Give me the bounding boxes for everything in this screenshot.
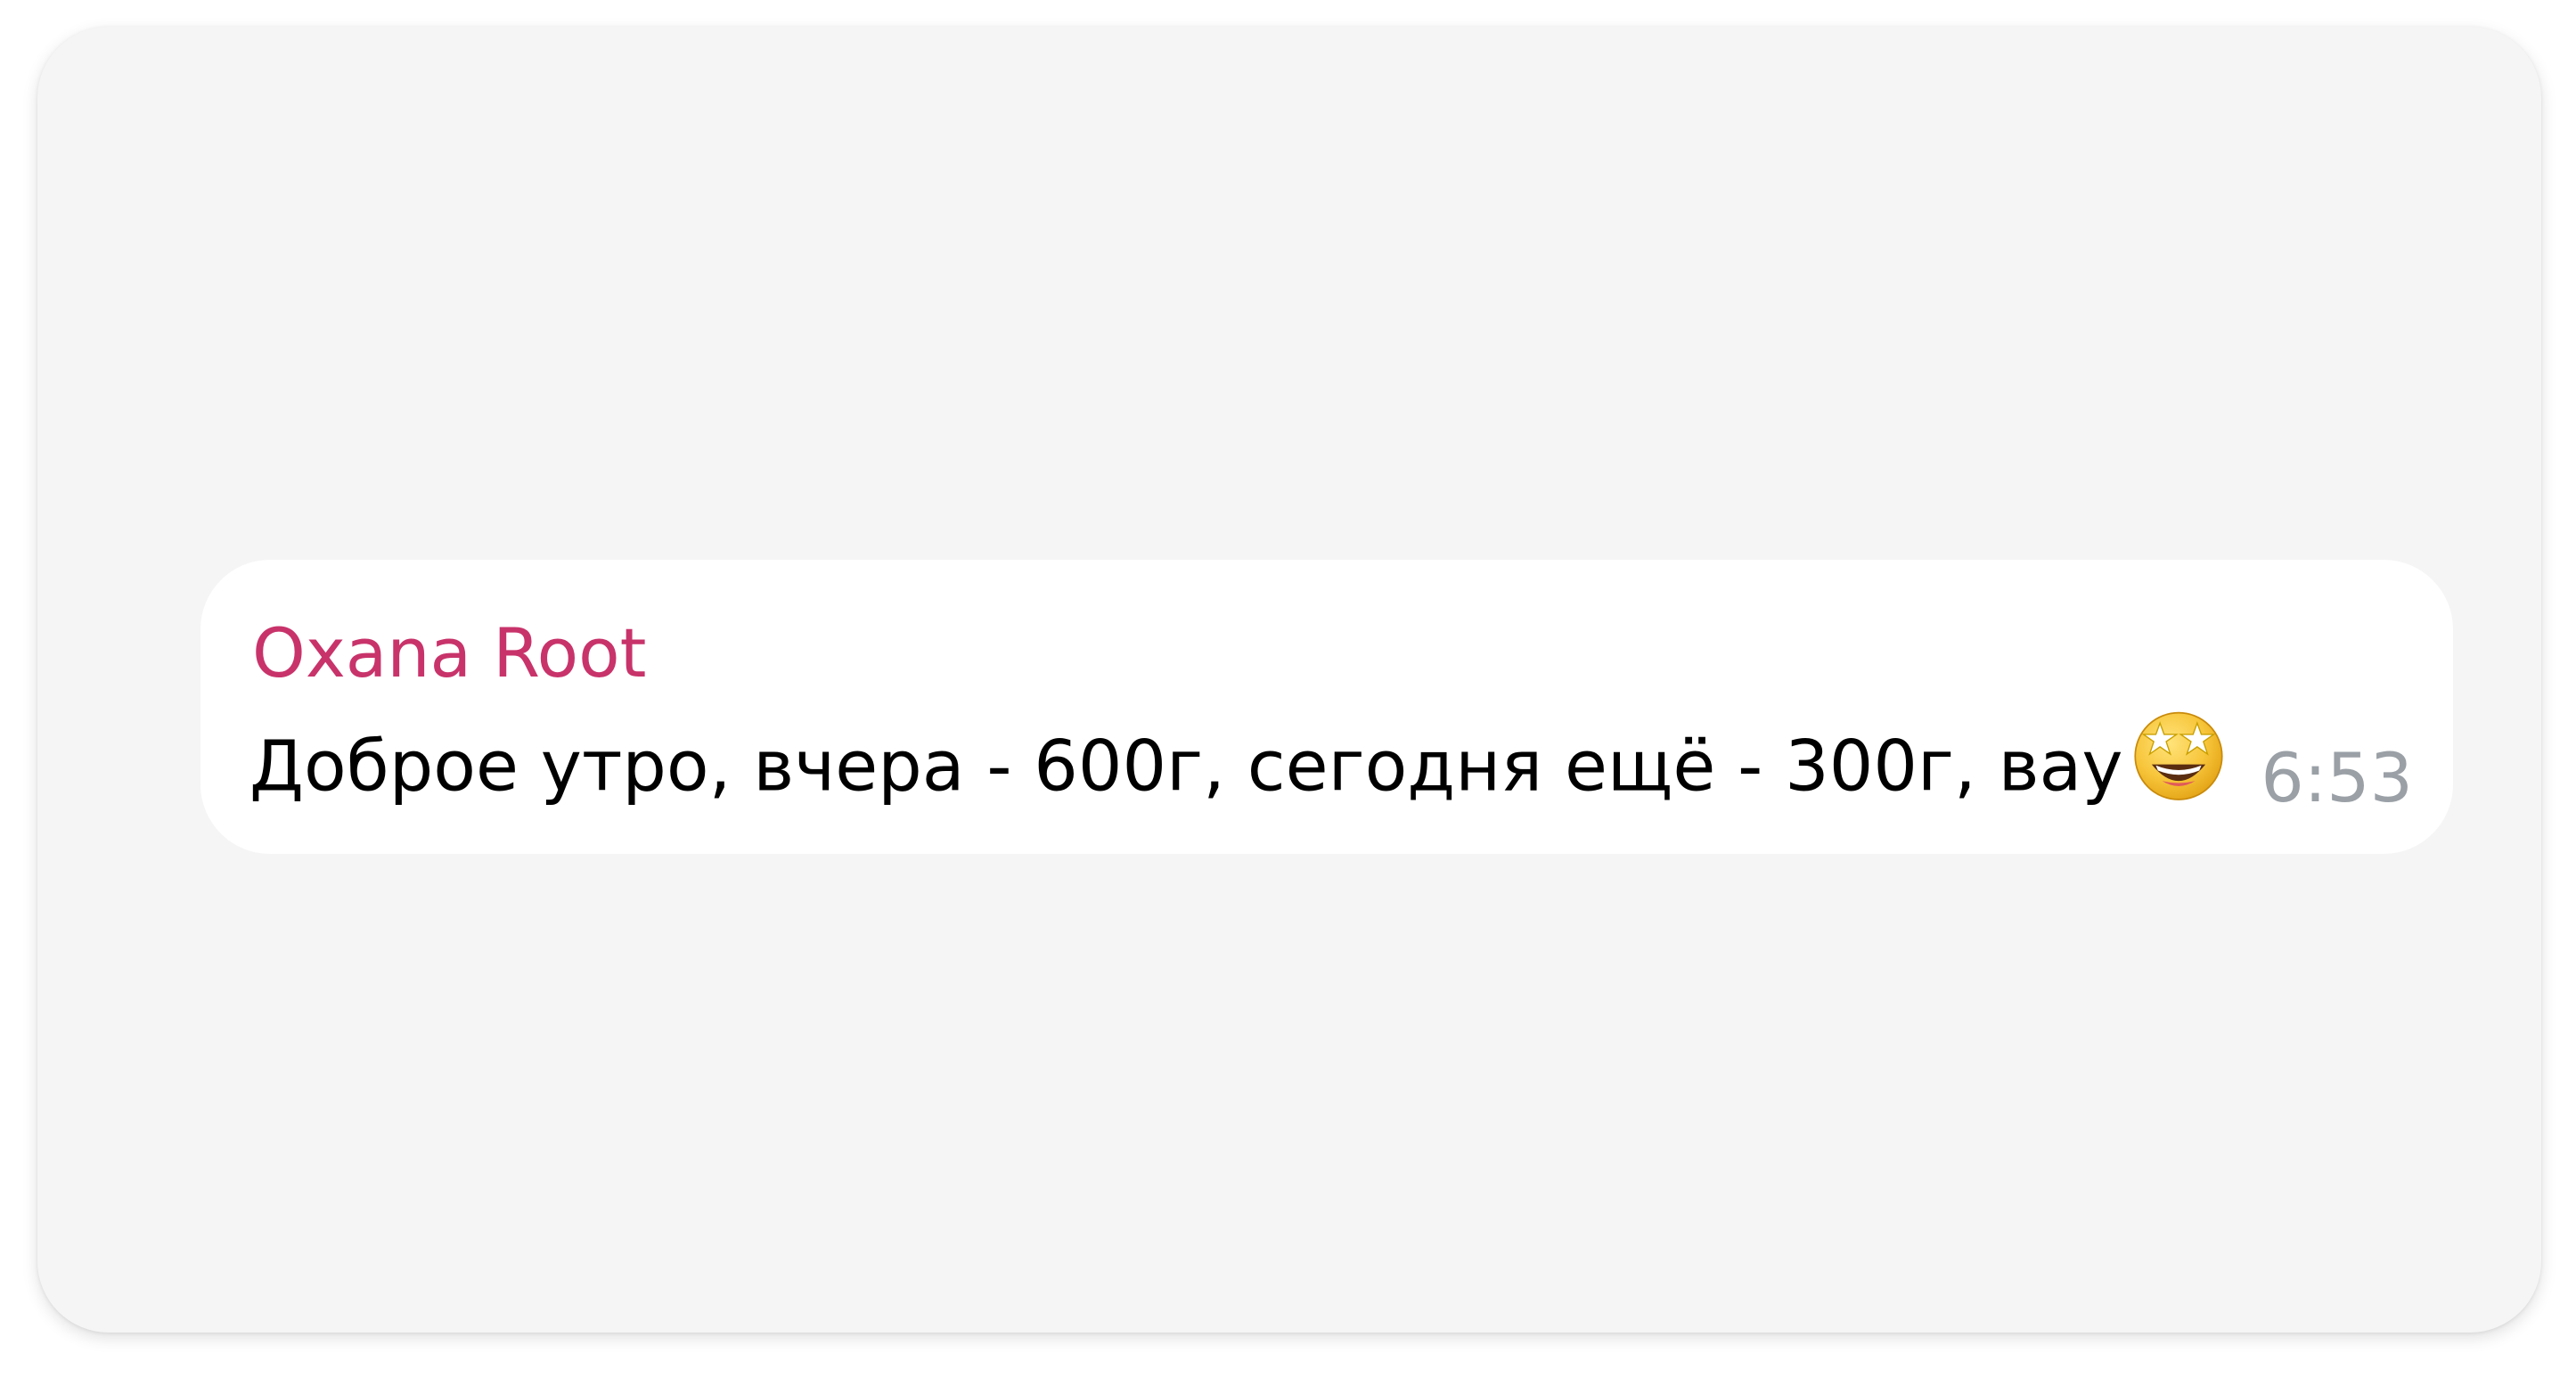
message-text: Доброе утро, вчера - 600г, сегодня ещё -… — [249, 726, 2123, 808]
star-struck-emoji-icon — [2127, 702, 2230, 825]
message-bubble[interactable]: Oxana Root Доброе утро, вчера - 600г, се… — [200, 560, 2453, 854]
message-timestamp: 6:53 — [2261, 738, 2413, 817]
chat-background-card: Oxana Root Доброе утро, вчера - 600г, се… — [37, 27, 2541, 1333]
sender-name[interactable]: Oxana Root — [252, 613, 646, 693]
message-text-line: Доброе утро, вчера - 600г, сегодня ещё -… — [249, 710, 2230, 833]
